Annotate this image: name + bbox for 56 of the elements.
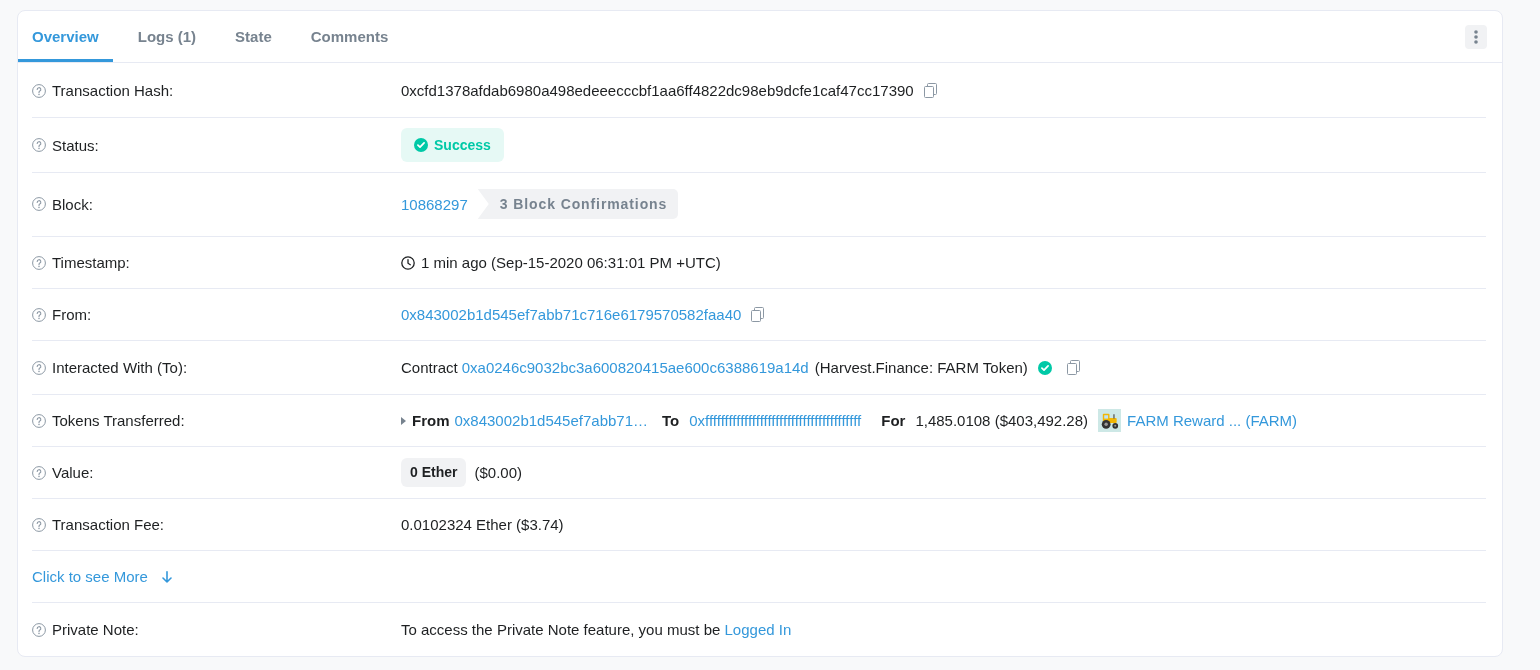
for-label: For [881, 411, 906, 431]
help-icon [32, 83, 46, 98]
help-icon [32, 255, 46, 270]
contract-address-link[interactable]: 0xa0246c9032bc3a600820415ae600c6388619a14d [461, 356, 809, 379]
from-label: From [412, 411, 450, 431]
block-number-link[interactable]: 10868297 [401, 192, 468, 216]
help-icon [32, 622, 46, 637]
field-label: Timestamp: [52, 253, 130, 273]
confirmations-badge: 3 Block Confirmations [477, 189, 679, 219]
field-label: Transaction Hash: [52, 81, 174, 101]
copy-icon[interactable] [923, 83, 937, 98]
copy-icon[interactable] [1066, 360, 1080, 375]
field-label: Tokens Transferred: [52, 411, 185, 431]
tab[interactable]: State [221, 11, 286, 62]
recipient-address-link[interactable]: 0xffffffffffffffffffffffffffffffffffffffff [689, 409, 862, 432]
token-amount: 1,485.0108 ($403,492.28) [915, 411, 1089, 431]
help-icon [32, 307, 46, 322]
field-label: Status: [52, 135, 99, 156]
vertical-dots-icon [1474, 29, 1478, 44]
tab[interactable]: Comments [296, 11, 403, 62]
token-link[interactable]: FARM Reward ... (FARM) [1127, 409, 1298, 432]
private-note-text: To access the Private Note feature, you must be Logged In [401, 620, 792, 640]
field-label: From: [52, 305, 92, 325]
field-label: Interacted With (To): [52, 358, 188, 378]
sender-address-link[interactable]: 0x843002b1d545ef7abb71… [454, 409, 648, 432]
help-icon [32, 360, 46, 375]
field-label: Transaction Fee: [52, 515, 164, 535]
ether-value-badge: 0 Ether [401, 458, 467, 487]
fee-text: 0.0102324 Ether ($3.74) [401, 515, 564, 535]
more-options-button[interactable] [1465, 24, 1487, 49]
help-icon [32, 138, 46, 152]
help-icon [32, 413, 46, 428]
address-link[interactable]: 0x843002b1d545ef7abb71c716e6179570582faa40 [401, 303, 742, 326]
contract-name: (Harvest.Finance: FARM Token) [814, 358, 1028, 378]
field-label: Value: [52, 463, 94, 483]
tab[interactable]: Overview [18, 11, 113, 62]
transaction-hash: 0xcfd1378afdab6980a498edeeecccbf1aa6ff4822dc98eb9dcfe1caf47cc17390 [401, 81, 914, 101]
contract-prefix: Contract [401, 358, 458, 378]
tab[interactable]: Logs (1) [123, 11, 211, 62]
login-link[interactable]: Logged In [724, 621, 792, 638]
timestamp-text: 1 min ago (Sep-15-2020 06:31:01 PM +UTC) [421, 253, 721, 273]
arrow-down-icon [161, 570, 172, 583]
caret-icon[interactable] [401, 416, 406, 425]
help-icon [32, 517, 46, 532]
help-icon [32, 197, 46, 211]
see-more-link[interactable]: Click to see More [32, 565, 172, 588]
help-icon [32, 465, 46, 480]
to-label: To [662, 411, 680, 431]
usd-value: ($0.00) [474, 463, 522, 483]
clock-icon [401, 255, 415, 270]
field-label: Block: [52, 194, 93, 215]
status-text: Success [434, 135, 491, 155]
tractor-icon [1098, 409, 1122, 432]
field-label: Private Note: [52, 620, 139, 640]
copy-icon[interactable] [751, 307, 765, 322]
check-circle-icon [414, 138, 428, 152]
